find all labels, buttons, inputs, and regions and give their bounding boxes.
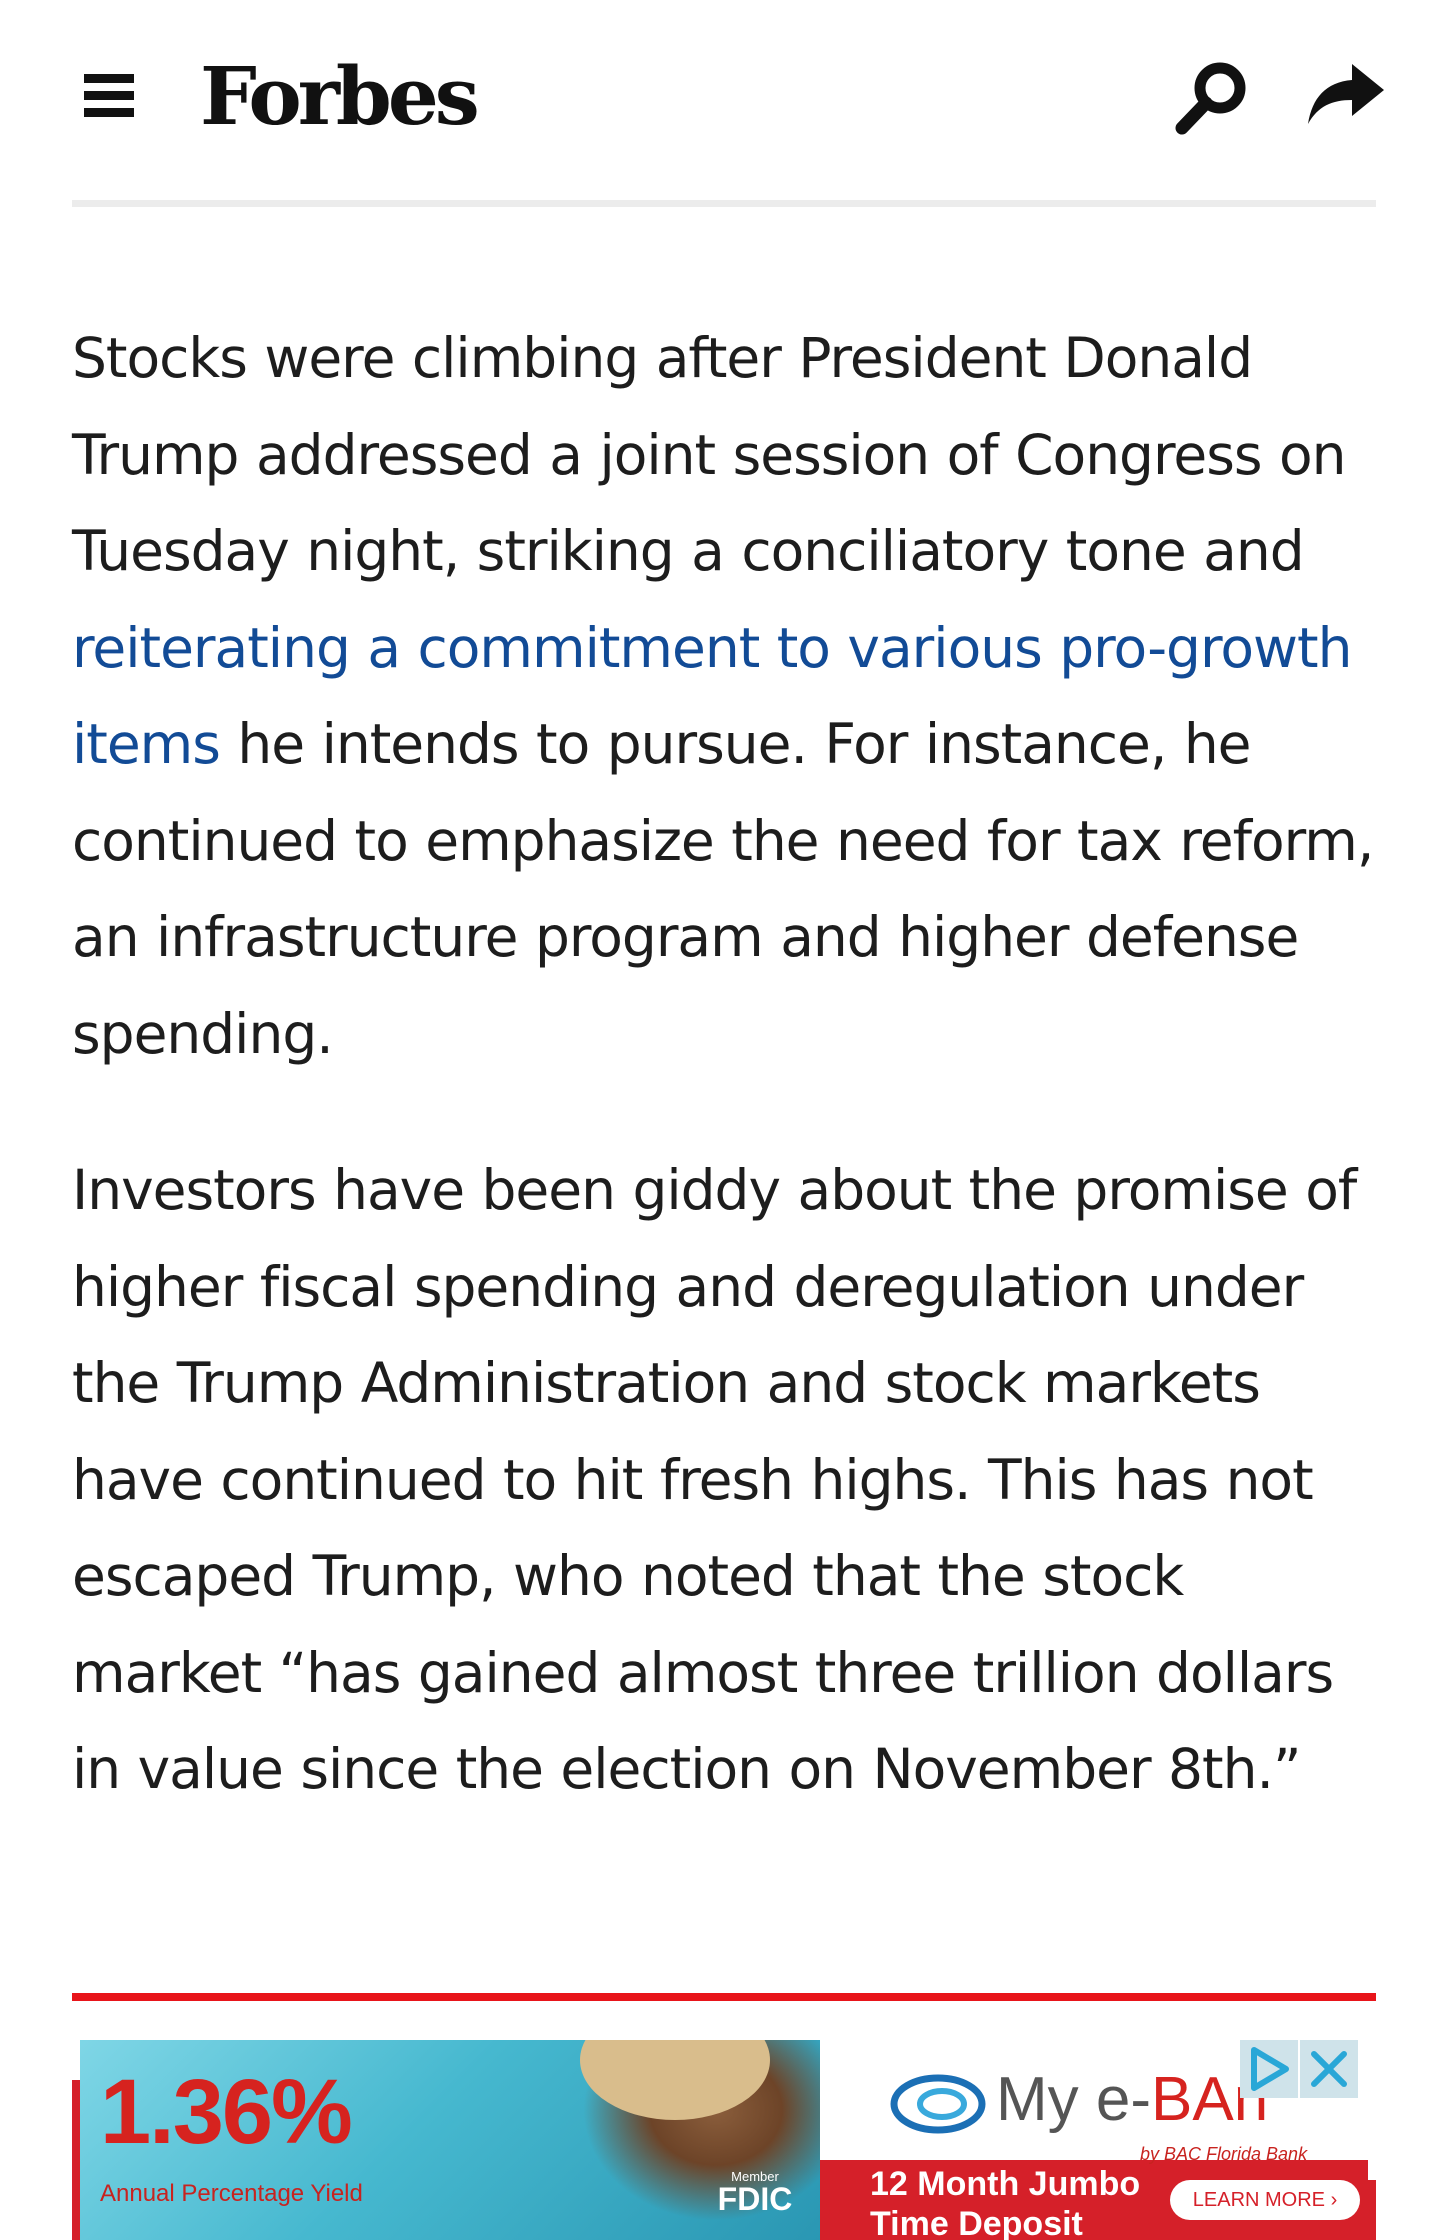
section-divider [72,1993,1376,2001]
advertisement-banner[interactable]: 1.36% Annual Percentage Yield Member FDI… [80,2040,1368,2240]
close-icon[interactable] [1300,2040,1358,2098]
site-header: Forbes [0,0,1440,207]
ad-brand-subtitle: by BAC Florida Bank [1140,2144,1308,2164]
paragraph-text: he intends to pursue. For instance, he c… [72,712,1374,1066]
fdic-label: FDIC [717,2181,793,2217]
article-paragraph: Stocks were climbing after President Don… [72,310,1382,1082]
forbes-logo[interactable]: Forbes [200,48,480,144]
fdic-badge: Member FDIC [710,2170,800,2230]
ad-offer-text: 12 Month Jumbo Time Deposit [870,2164,1140,2240]
paragraph-text: Stocks were climbing after President Don… [72,326,1347,583]
search-icon[interactable] [1172,58,1252,138]
ad-frame-edge [72,2080,80,2240]
ad-choices-icon[interactable] [1240,2040,1298,2098]
ad-rate-label: Annual Percentage Yield [100,2180,363,2207]
ad-rate: 1.36% [100,2061,353,2163]
header-divider [72,200,1376,207]
share-icon[interactable] [1306,60,1386,132]
bank-logo-swirl-icon [890,2074,986,2134]
ad-brand-text: My e- [996,2065,1151,2134]
article-paragraph: Investors have been giddy about the prom… [72,1158,1357,1801]
ad-offer-line: Time Deposit [870,2205,1083,2240]
ad-brand: My e-BAn [890,2060,1268,2140]
ad-offer-line: 12 Month Jumbo [870,2165,1141,2203]
ad-frame-edge [1368,2180,1376,2240]
article-body: Stocks were climbing after President Don… [72,310,1382,1818]
learn-more-button[interactable]: LEARN MORE › [1170,2180,1360,2220]
hamburger-menu-icon[interactable] [84,72,136,118]
